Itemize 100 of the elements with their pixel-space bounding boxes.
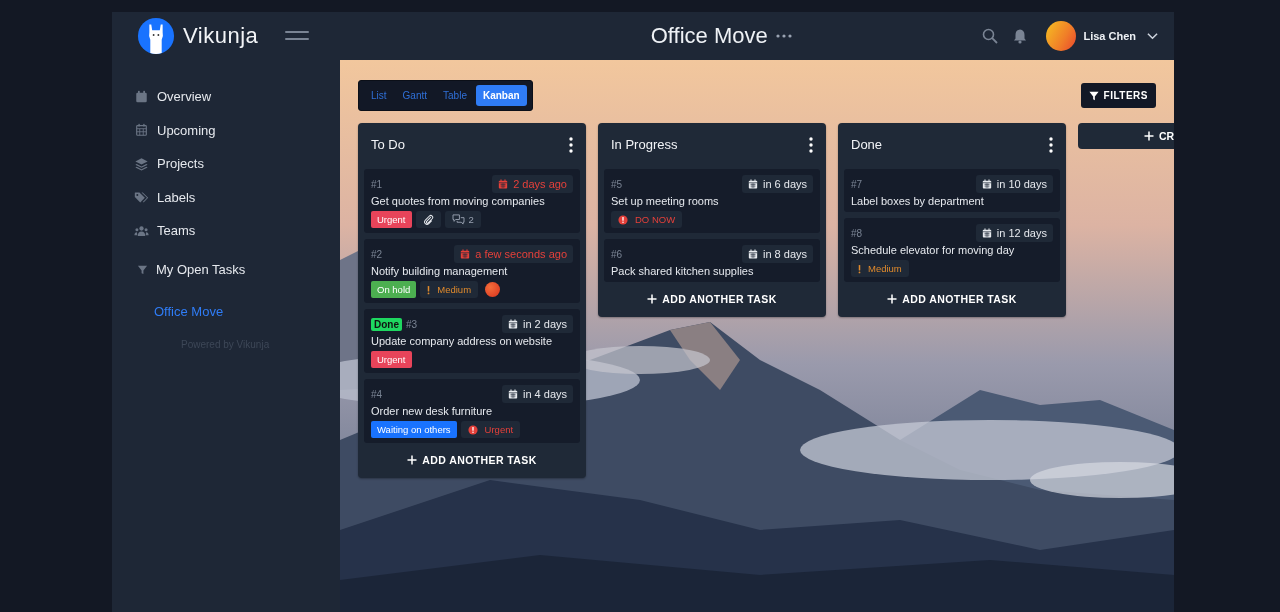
more-options-icon[interactable]: [775, 34, 792, 38]
users-icon: [134, 223, 149, 238]
tags-icon: [134, 190, 149, 205]
filters-button[interactable]: FILTERS: [1080, 83, 1156, 108]
task-card[interactable]: #8 in 12 days Schedule elevator for moving day Medium: [844, 218, 1060, 282]
assignee-avatar: [485, 282, 501, 297]
calendar-icon: [747, 249, 758, 259]
project-link[interactable]: Office Move: [154, 303, 340, 319]
user-avatar[interactable]: [1046, 21, 1077, 51]
calendar-icon: [134, 123, 149, 138]
calendar-icon: [507, 389, 518, 399]
priority-text: DO NOW: [635, 214, 676, 225]
due-date-text: in 8 days: [762, 248, 807, 260]
view-tab[interactable]: Kanban: [475, 85, 527, 106]
nav-link[interactable]: Labels: [134, 180, 340, 214]
priority-text: Medium: [437, 284, 472, 295]
add-task-button[interactable]: ADD ANOTHER TASK: [358, 443, 586, 478]
exclamation-icon: [858, 263, 861, 274]
task-label: Waiting on others: [371, 421, 457, 438]
due-date-text: in 2 days: [522, 318, 567, 330]
bucket-title: Done: [851, 137, 883, 152]
filter-icon: [1088, 90, 1099, 101]
task-number: #3: [406, 318, 418, 330]
done-badge: Done: [371, 317, 402, 331]
task-card[interactable]: #2 a few seconds ago Notify building management On hold Medium: [364, 239, 580, 303]
calendar-icon: [981, 228, 992, 238]
task-number: #7: [851, 178, 863, 190]
nav-link[interactable]: Projects: [134, 147, 340, 181]
task-label: Urgent: [371, 211, 412, 228]
view-tab[interactable]: List: [364, 85, 394, 106]
comment-count: 2: [468, 214, 474, 225]
calendar-icon: [507, 319, 518, 329]
calendar-icon: [747, 179, 758, 189]
task-title: Set up meeting rooms: [611, 195, 720, 207]
menu-icon[interactable]: [285, 31, 310, 41]
plus-icon: [407, 455, 418, 465]
bucket-title: To Do: [371, 137, 405, 152]
nav-link[interactable]: Teams: [134, 214, 340, 248]
nav-link[interactable]: Upcoming: [134, 113, 340, 147]
kebab-menu-icon[interactable]: [569, 136, 573, 153]
due-date-text: a few seconds ago: [475, 248, 567, 260]
plus-icon: [647, 294, 658, 304]
view-tab[interactable]: Gantt: [395, 85, 435, 106]
task-title: Schedule elevator for moving day: [851, 244, 1016, 256]
bucket-title: In Progress: [611, 137, 678, 152]
task-number: #2: [371, 248, 383, 260]
task-title: Order new desk furniture: [371, 405, 494, 417]
view-tab[interactable]: Table: [436, 85, 474, 106]
priority-text: Urgent: [484, 424, 514, 435]
task-card[interactable]: #7 in 10 days Label boxes by department: [844, 169, 1060, 212]
task-number: #8: [851, 227, 863, 239]
task-number: #5: [611, 178, 623, 190]
task-card[interactable]: #1 2 days ago Get quotes from moving companies Urgent 2: [364, 169, 580, 233]
comments-icon: [451, 214, 465, 225]
task-title: Pack shared kitchen supplies: [611, 265, 755, 277]
nav-link[interactable]: Overview: [134, 80, 340, 114]
calendar-icon: [498, 179, 509, 189]
kebab-menu-icon[interactable]: [809, 136, 813, 153]
add-task-button[interactable]: ADD ANOTHER TASK: [838, 282, 1066, 317]
filter-icon: [137, 264, 148, 275]
task-number: #4: [371, 388, 383, 400]
notifications-icon[interactable]: [1012, 28, 1029, 44]
user-name[interactable]: Lisa Chen: [1083, 30, 1136, 42]
project-title: Office Move: [650, 23, 768, 49]
priority-text: Medium: [868, 263, 902, 274]
task-number: #1: [371, 178, 383, 190]
plus-icon: [887, 294, 898, 304]
task-label: Urgent: [371, 351, 412, 368]
due-date-text: in 4 days: [522, 388, 567, 400]
task-card[interactable]: #6 in 8 days Pack shared kitchen supplies: [604, 239, 820, 282]
task-title: Label boxes by department: [851, 195, 985, 207]
task-title: Update company address on website: [371, 335, 553, 347]
kebab-menu-icon[interactable]: [1049, 136, 1053, 153]
layers-icon: [134, 156, 149, 171]
saved-filter-link[interactable]: My Open Tasks: [134, 259, 340, 280]
brand-name: Vikunja: [183, 23, 259, 49]
due-date-text: in 10 days: [996, 178, 1047, 190]
due-date-text: in 12 days: [996, 227, 1047, 239]
task-number: #6: [611, 248, 623, 260]
calendar-icon: [460, 249, 471, 259]
task-card[interactable]: #4 in 4 days Order new desk furniture Waiting on others Urgent: [364, 379, 580, 443]
llama-logo-icon: [137, 17, 175, 55]
alert-circle-icon: [618, 214, 628, 225]
exclamation-icon: [427, 284, 431, 295]
paperclip-icon: [422, 214, 434, 225]
add-task-button[interactable]: ADD ANOTHER TASK: [598, 282, 826, 317]
alert-circle-icon: [467, 424, 478, 435]
search-icon[interactable]: [982, 28, 999, 44]
create-bucket-button[interactable]: CR: [1078, 123, 1174, 149]
calendar-icon: [134, 89, 149, 104]
chevron-down-icon[interactable]: [1147, 32, 1158, 40]
due-date-text: 2 days ago: [513, 178, 567, 190]
plus-icon: [1144, 131, 1154, 141]
calendar-icon: [981, 179, 992, 189]
task-card[interactable]: Done #3 in 2 days Update company address on website Urgent: [364, 309, 580, 373]
task-title: Get quotes from moving companies: [371, 195, 546, 207]
task-title: Notify building management: [371, 265, 509, 277]
task-card[interactable]: #5 in 6 days Set up meeting rooms DO NOW: [604, 169, 820, 233]
due-date-text: in 6 days: [762, 178, 807, 190]
task-label: On hold: [371, 281, 417, 298]
